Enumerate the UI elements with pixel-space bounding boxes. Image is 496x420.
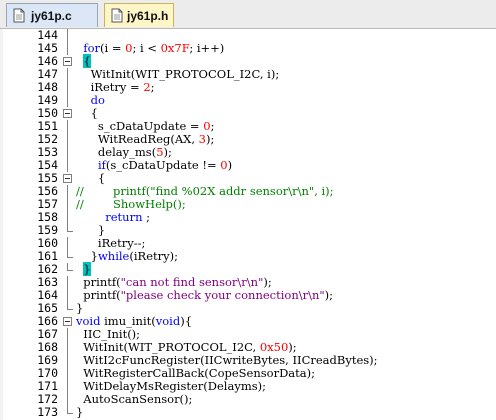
fold-guide-line [63,380,72,393]
code-line[interactable]: 152 WitReadReg(AX, 3); [0,133,496,146]
code-line[interactable]: 165} [0,302,496,315]
fold-guide-line [63,237,72,250]
fold-end-marker [63,250,73,263]
tab-label: jy61p.c [31,9,72,23]
fold-guide-line [63,328,72,341]
fold-guide-line [63,276,72,289]
code-text[interactable]: for(i = 0; i < 0x7F; i++) [76,42,224,55]
fold-guide-line [63,159,72,172]
document-icon [111,8,123,23]
fold-guide-line [63,367,72,380]
code-text[interactable]: printf("please check your connection\r\n… [76,289,333,302]
fold-toggle-icon[interactable] [63,107,72,120]
fold-guide-line [63,354,72,367]
fold-guide-line [63,29,72,42]
fold-guide-line [63,42,72,55]
tab-bar: jy61p.c jy61p.h [0,0,496,29]
fold-guide-line [63,211,72,224]
tab-jy61p-h[interactable]: jy61p.h [104,3,174,27]
fold-guide-line [63,94,72,107]
code-line[interactable]: 148 iRetry = 2; [0,81,496,94]
code-line[interactable]: 145 for(i = 0; i < 0x7F; i++) [0,42,496,55]
line-number: 173 [37,405,58,419]
code-text[interactable]: } [76,406,83,419]
fold-guide-line [63,146,72,159]
fold-end-marker [63,263,73,276]
code-text[interactable]: }while(iRetry); [76,250,178,263]
code-line[interactable]: 166 void imu_init(void){ [0,315,496,328]
code-line[interactable]: 161 }while(iRetry); [0,250,496,263]
fold-guide-line [63,289,72,302]
code-line[interactable]: 154 if(s_cDataUpdate != 0) [0,159,496,172]
fold-guide-line [63,393,72,406]
code-line[interactable]: 153 delay_ms(5); [0,146,496,159]
code-line[interactable]: 160 iRetry--; [0,237,496,250]
fold-guide-line [63,198,72,211]
code-line[interactable]: 147 WitInit(WIT_PROTOCOL_I2C, i); [0,68,496,81]
fold-guide-line [63,68,72,81]
fold-toggle-icon[interactable] [63,172,72,185]
code-line[interactable]: 150 { [0,107,496,120]
document-icon [13,8,25,23]
fold-guide-line [63,341,72,354]
code-line[interactable]: 159 } [0,224,496,237]
code-line[interactable]: 156// printf("find %02X addr sensor\r\n"… [0,185,496,198]
fold-guide-line [63,133,72,146]
code-line[interactable]: 149 do [0,94,496,107]
fold-toggle-icon[interactable] [63,315,72,328]
fold-guide-line [63,120,72,133]
code-line[interactable]: 144 [0,29,496,42]
fold-end-marker [63,302,73,315]
fold-end-marker [63,406,73,419]
code-editor[interactable]: 144 145 for(i = 0; i < 0x7F; i++) 146 {147… [0,29,496,420]
brace-match-highlight: { [83,54,91,68]
code-line[interactable]: 158 return ; [0,211,496,224]
code-line[interactable]: 151 s_cDataUpdate = 0; [0,120,496,133]
code-line[interactable]: 172 AutoScanSensor(); [0,393,496,406]
code-line[interactable]: 171 WitDelayMsRegister(Delayms); [0,380,496,393]
brace-match-highlight: } [83,262,91,276]
code-text[interactable]: AutoScanSensor(); [76,393,192,406]
fold-guide-line [63,185,72,198]
code-line[interactable]: 173} [0,406,496,419]
tab-label: jy61p.h [127,9,169,23]
fold-end-marker [63,224,73,237]
code-line[interactable]: 157// ShowHelp(); [0,198,496,211]
fold-toggle-icon[interactable] [63,55,72,68]
code-line[interactable]: 164 printf("please check your connection… [0,289,496,302]
tab-jy61p-c[interactable]: jy61p.c [6,3,98,27]
fold-guide-line [63,81,72,94]
